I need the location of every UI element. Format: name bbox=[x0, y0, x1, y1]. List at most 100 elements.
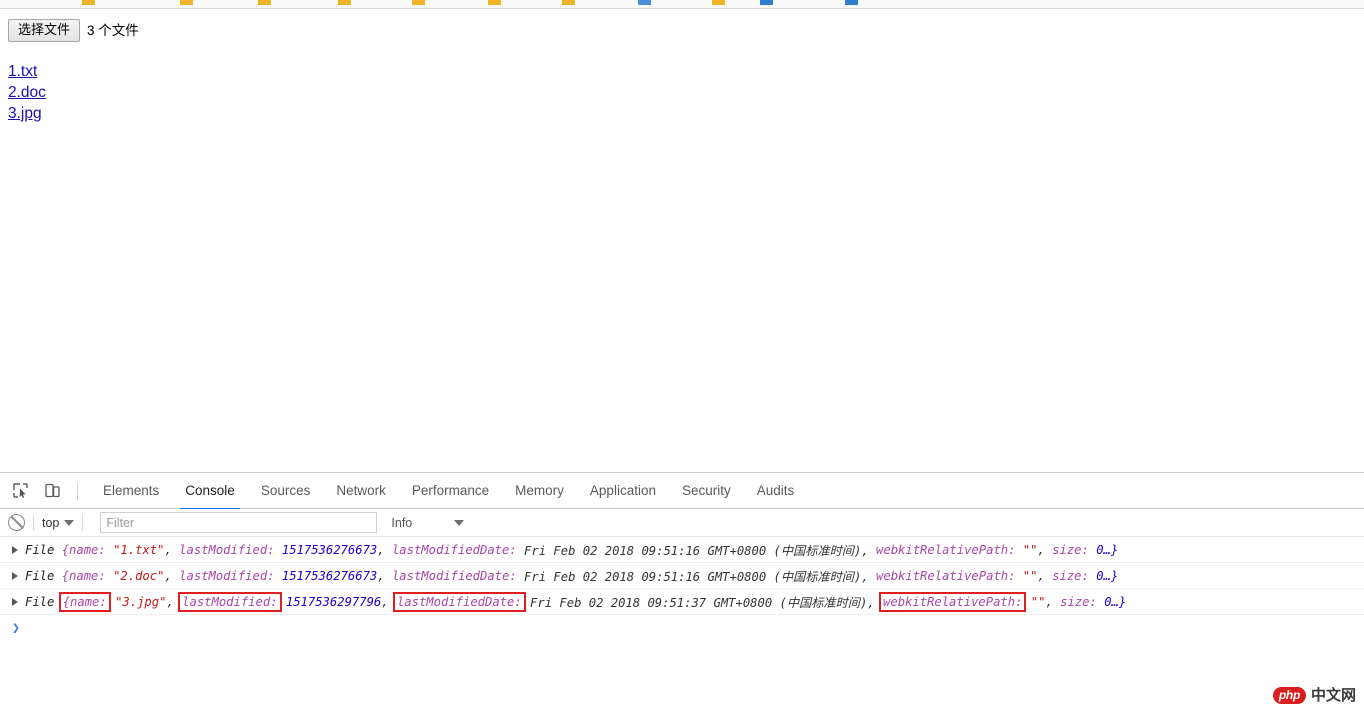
tab-audits[interactable]: Audits bbox=[744, 473, 808, 509]
bookmark-item[interactable] bbox=[562, 0, 575, 5]
last-modified-key-highlighted: lastModified: bbox=[178, 591, 282, 612]
console-output: File {name: "1.txt", lastModified: 15175… bbox=[0, 537, 1364, 710]
size-value: 0…} bbox=[1096, 568, 1119, 583]
choose-files-button[interactable]: 选择文件 bbox=[8, 19, 81, 42]
comma: , bbox=[1045, 594, 1053, 609]
tab-network[interactable]: Network bbox=[323, 473, 399, 509]
log-level-select[interactable]: Info bbox=[391, 516, 465, 530]
devtools-tabs: Elements Console Sources Network Perform… bbox=[90, 473, 808, 510]
bookmark-item[interactable] bbox=[712, 0, 725, 5]
file-link[interactable]: 3.jpg bbox=[8, 103, 42, 124]
watermark-badge: php bbox=[1272, 687, 1306, 704]
devtools-tool-icons bbox=[0, 480, 90, 502]
size-key: size: bbox=[1052, 568, 1089, 583]
bookmark-item[interactable] bbox=[338, 0, 351, 5]
comma: , bbox=[377, 568, 385, 583]
bookmark-icon bbox=[638, 0, 651, 5]
devtools-tabbar: Elements Console Sources Network Perform… bbox=[0, 473, 1364, 510]
last-modified-value: 1517536297796 bbox=[285, 594, 382, 609]
tab-performance[interactable]: Performance bbox=[399, 473, 502, 509]
toolbar-divider bbox=[77, 481, 78, 500]
webkit-relative-path-key-highlighted: webkitRelativePath: bbox=[879, 591, 1027, 612]
folder-icon bbox=[712, 0, 725, 5]
bookmark-item[interactable] bbox=[638, 0, 651, 5]
file-count-label: 3 个文件 bbox=[87, 22, 139, 38]
object-open-brace: {name: bbox=[61, 568, 106, 583]
bookmark-item[interactable] bbox=[412, 0, 425, 5]
folder-icon bbox=[180, 0, 193, 5]
watermark: php 中文网 bbox=[1272, 686, 1356, 704]
bookmarks-bar bbox=[0, 0, 1364, 9]
object-class-name: File bbox=[25, 542, 55, 557]
folder-icon bbox=[82, 0, 95, 5]
expand-arrow-icon[interactable] bbox=[12, 545, 18, 554]
bookmark-icon bbox=[845, 0, 858, 5]
execution-context-label: top bbox=[42, 515, 60, 530]
size-key: size: bbox=[1052, 542, 1089, 557]
webkit-relative-path-key: webkitRelativePath: bbox=[876, 542, 1016, 557]
file-link-list: 1.txt 2.doc 3.jpg bbox=[8, 61, 46, 124]
size-value: 0…} bbox=[1096, 542, 1119, 557]
expand-arrow-icon[interactable] bbox=[12, 597, 18, 606]
watermark-text: 中文网 bbox=[1310, 686, 1356, 704]
tab-elements[interactable]: Elements bbox=[90, 473, 172, 509]
comma: , bbox=[164, 568, 172, 583]
object-open-brace: {name: bbox=[61, 542, 106, 557]
bookmark-item[interactable] bbox=[258, 0, 271, 5]
last-modified-value: 1517536276673 bbox=[281, 568, 378, 583]
folder-icon bbox=[488, 0, 501, 5]
file-link[interactable]: 2.doc bbox=[8, 82, 46, 103]
object-class-name: File bbox=[25, 594, 55, 609]
tab-memory[interactable]: Memory bbox=[502, 473, 577, 509]
last-modified-date-key: lastModifiedDate: bbox=[391, 568, 517, 583]
device-toolbar-icon[interactable] bbox=[41, 480, 63, 502]
comma: , bbox=[164, 542, 172, 557]
console-log-row[interactable]: File {name: "1.txt", lastModified: 15175… bbox=[0, 537, 1364, 563]
bookmark-item[interactable] bbox=[488, 0, 501, 5]
devtools-panel: Elements Console Sources Network Perform… bbox=[0, 472, 1364, 710]
comma: , bbox=[166, 594, 174, 609]
clear-console-icon[interactable] bbox=[8, 514, 25, 531]
webkit-relative-path-value: "" bbox=[1022, 542, 1038, 557]
file-input-control[interactable]: 选择文件 3 个文件 bbox=[8, 19, 139, 42]
file-link[interactable]: 1.txt bbox=[8, 61, 37, 82]
console-toolbar: top Info bbox=[0, 509, 1364, 537]
webkit-relative-path-value: "" bbox=[1022, 568, 1038, 583]
last-modified-date-value: Fri Feb 02 2018 09:51:16 GMT+0800 (中国标准时… bbox=[524, 543, 869, 558]
last-modified-date-key-highlighted: lastModifiedDate: bbox=[392, 591, 526, 612]
filter-input[interactable] bbox=[100, 512, 378, 533]
webkit-relative-path-key: webkitRelativePath: bbox=[876, 568, 1016, 583]
tab-security[interactable]: Security bbox=[669, 473, 744, 509]
inspect-element-icon[interactable] bbox=[9, 480, 31, 502]
bookmark-item[interactable] bbox=[760, 0, 773, 5]
folder-icon bbox=[338, 0, 351, 5]
comma: , bbox=[377, 542, 385, 557]
last-modified-date-key: lastModifiedDate: bbox=[391, 542, 517, 557]
bookmark-item[interactable] bbox=[82, 0, 95, 5]
chevron-down-icon bbox=[454, 519, 465, 526]
bookmark-item[interactable] bbox=[180, 0, 193, 5]
globe-icon bbox=[760, 0, 773, 5]
execution-context-select[interactable]: top bbox=[42, 515, 75, 530]
tab-console[interactable]: Console bbox=[172, 473, 248, 510]
name-value: "1.txt" bbox=[113, 542, 165, 557]
webkit-relative-path-value: "" bbox=[1030, 594, 1046, 609]
tab-application[interactable]: Application bbox=[577, 473, 669, 509]
object-class-name: File bbox=[25, 568, 55, 583]
name-value: "2.doc" bbox=[113, 568, 165, 583]
prompt-caret-icon: ❯ bbox=[12, 620, 20, 636]
page-viewport: 选择文件 3 个文件 1.txt 2.doc 3.jpg bbox=[0, 9, 1364, 472]
size-value: 0…} bbox=[1104, 594, 1127, 609]
console-prompt[interactable]: ❯ bbox=[0, 615, 1364, 641]
bookmark-item[interactable] bbox=[845, 0, 858, 5]
folder-icon bbox=[562, 0, 575, 5]
console-log-row[interactable]: File {name: "3.jpg", lastModified: 15175… bbox=[0, 589, 1364, 615]
expand-arrow-icon[interactable] bbox=[12, 571, 18, 580]
last-modified-value: 1517536276673 bbox=[281, 542, 378, 557]
comma: , bbox=[1037, 542, 1045, 557]
last-modified-key: lastModified: bbox=[179, 542, 275, 557]
comma: , bbox=[1037, 568, 1045, 583]
tab-sources[interactable]: Sources bbox=[248, 473, 324, 509]
console-log-row[interactable]: File {name: "2.doc", lastModified: 15175… bbox=[0, 563, 1364, 589]
chevron-down-icon bbox=[64, 519, 75, 526]
